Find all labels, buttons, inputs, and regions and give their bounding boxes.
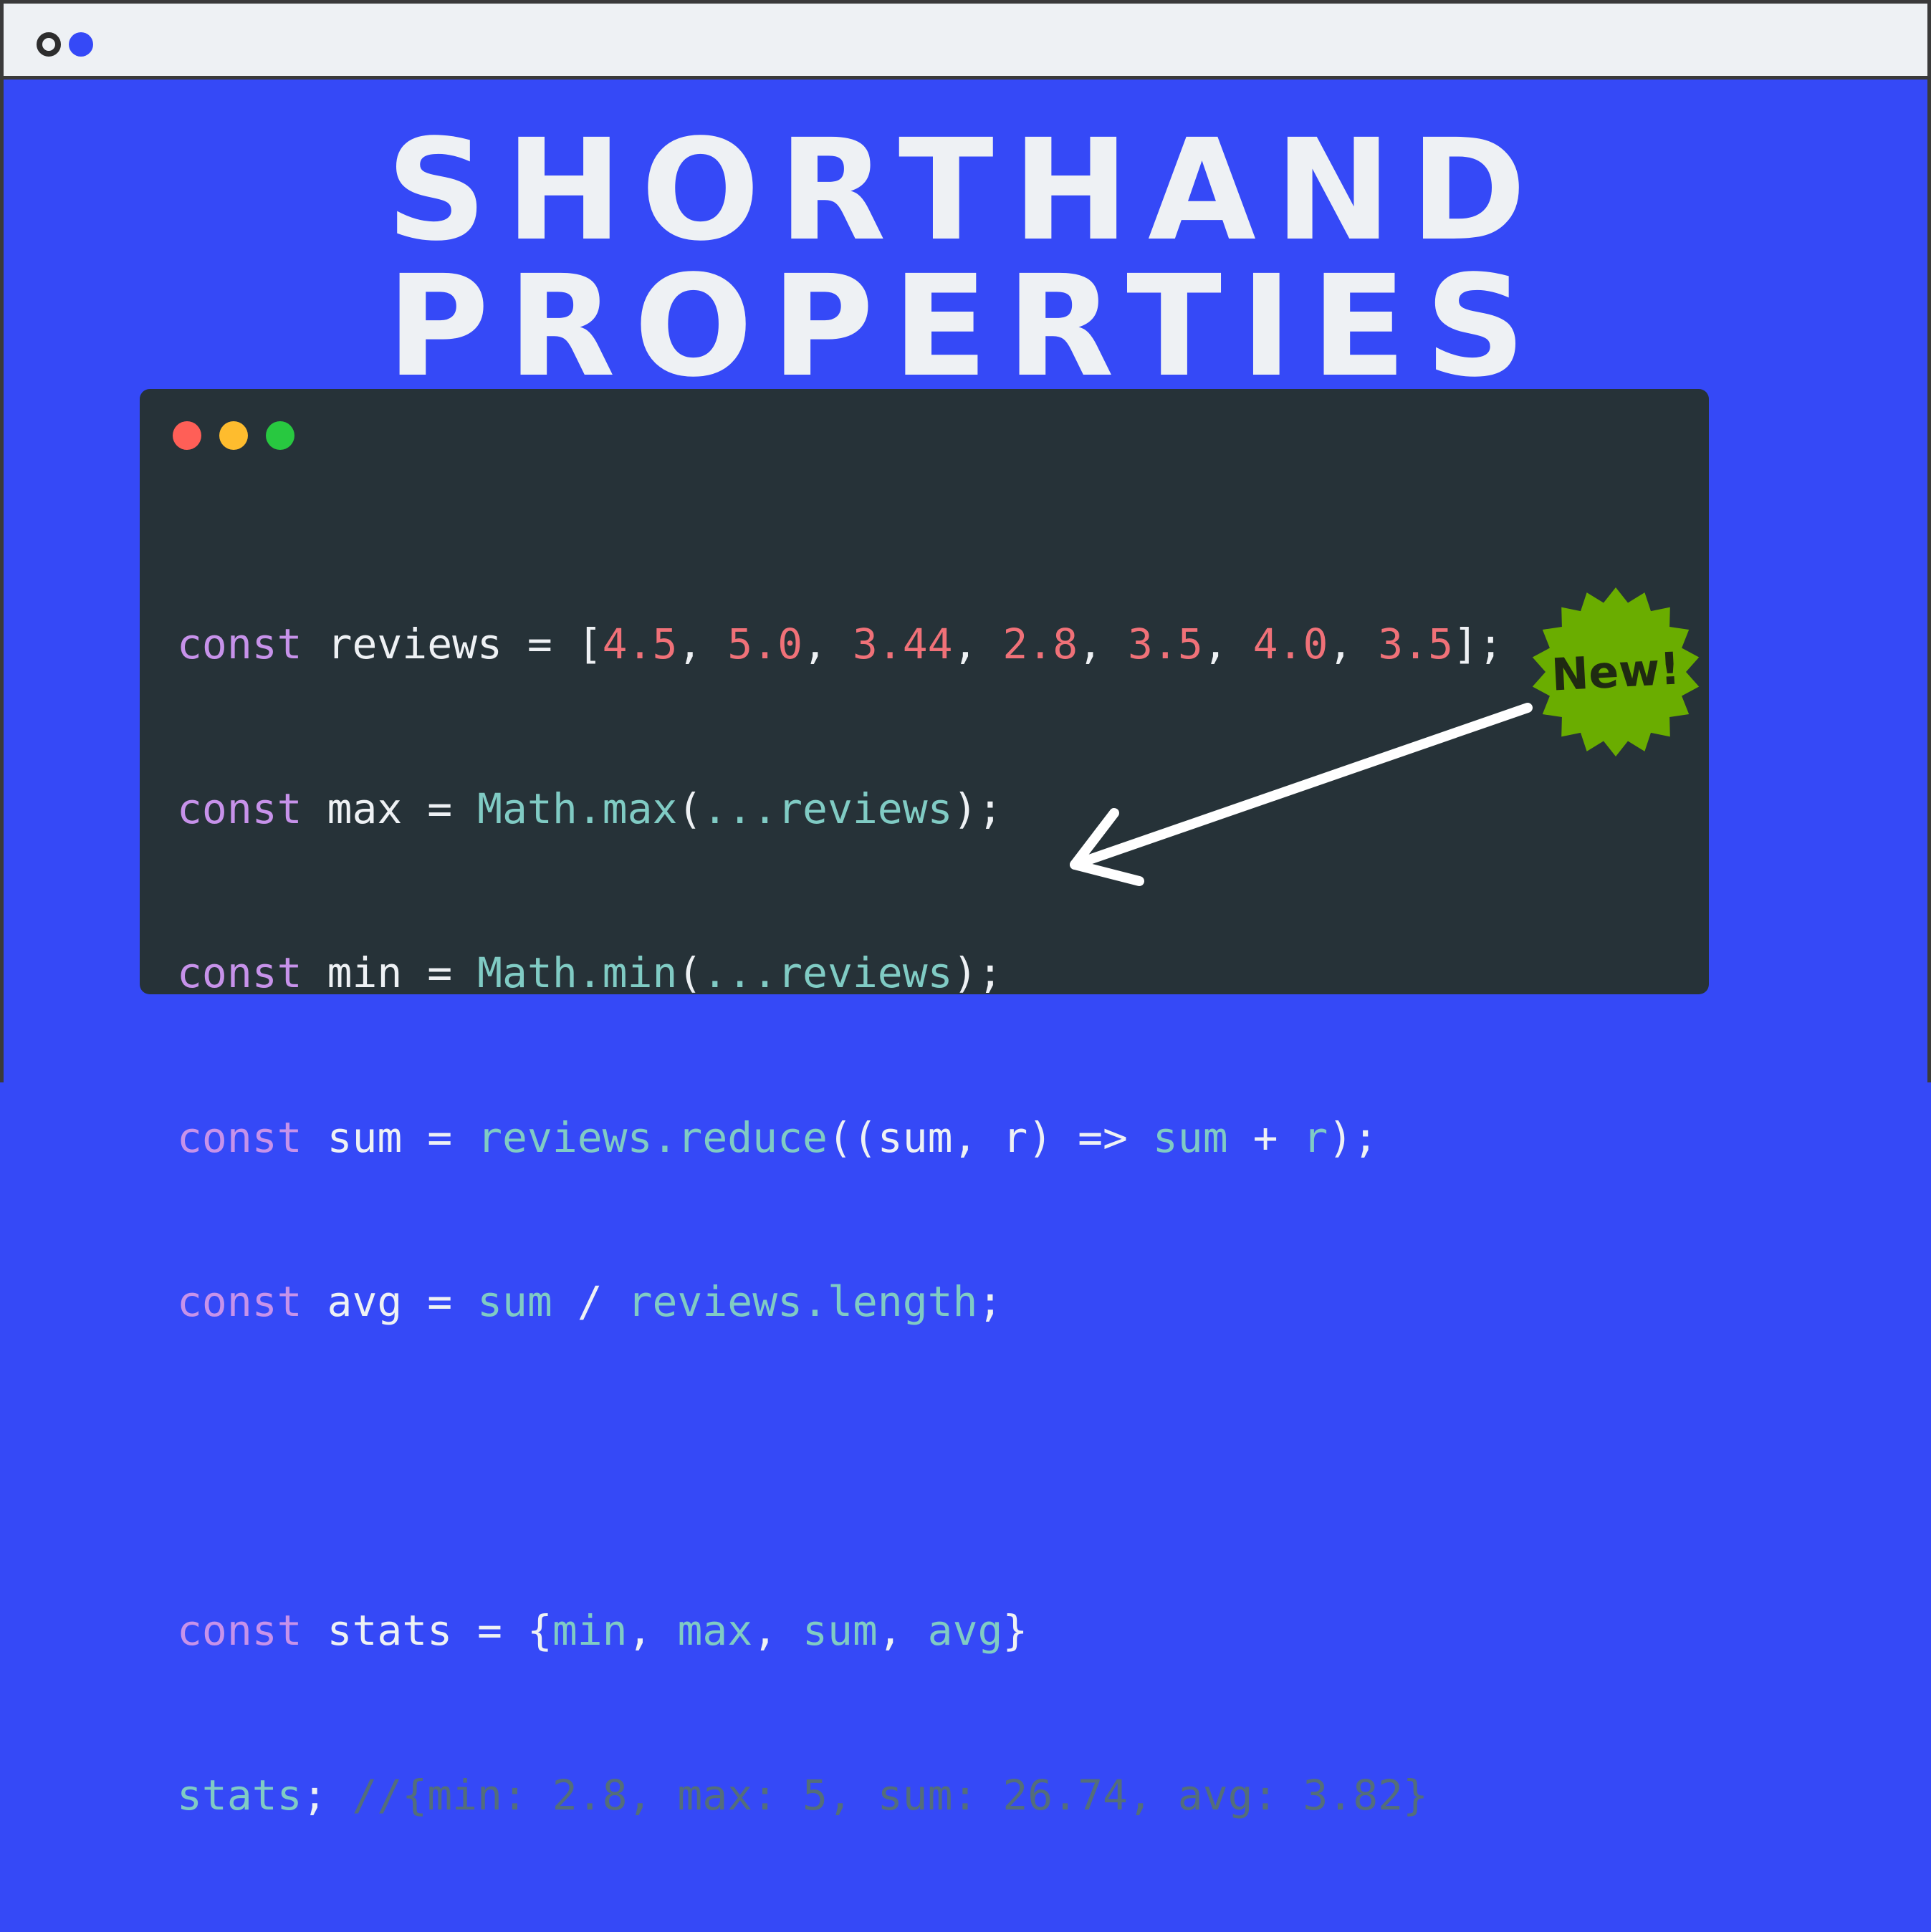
identifier: sum <box>327 1112 403 1162</box>
shorthand-property: sum <box>802 1606 878 1655</box>
punctuation: } <box>1002 1606 1028 1655</box>
identifier: sum <box>477 1277 552 1326</box>
function-call: reviews.reduce <box>477 1112 828 1162</box>
identifier: sum <box>1152 1112 1228 1162</box>
pointer-arrow-icon <box>1070 703 1533 886</box>
identifier: r <box>1303 1112 1328 1162</box>
new-badge-label: New! <box>1550 642 1682 701</box>
keyword: const <box>177 1112 302 1162</box>
property-access: reviews.length <box>627 1277 978 1326</box>
code-line-5: const avg = sum / reviews.length; <box>177 1274 1503 1330</box>
code-line-6: const stats = {min, max, sum, avg} <box>177 1606 1028 1655</box>
punctuation: ; <box>977 1277 1003 1326</box>
arrow-params: ((sum, r) => <box>827 1112 1153 1162</box>
operator: = <box>402 1112 478 1162</box>
shorthand-property: min <box>552 1606 628 1655</box>
punctuation: ; <box>302 1770 353 1820</box>
shorthand-property: avg <box>927 1606 1003 1655</box>
keyword: const <box>177 1277 302 1326</box>
identifier: avg <box>327 1277 403 1326</box>
punctuation: ); <box>1328 1112 1379 1162</box>
code-line-4: const sum = reviews.reduce((sum, r) => s… <box>177 1110 1503 1166</box>
operator: / <box>552 1277 628 1326</box>
identifier: stats <box>327 1606 453 1655</box>
code-comment: //{min: 2.8, max: 5, sum: 26.74, avg: 3.… <box>352 1770 1428 1820</box>
shorthand-property: max <box>677 1606 753 1655</box>
operator: + <box>1227 1112 1303 1162</box>
code-line-7: stats; //{min: 2.8, max: 5, sum: 26.74, … <box>177 1768 1503 1823</box>
keyword: const <box>177 1606 302 1655</box>
operator: = <box>402 1277 478 1326</box>
operator: = { <box>452 1606 552 1655</box>
identifier: stats <box>177 1770 302 1820</box>
